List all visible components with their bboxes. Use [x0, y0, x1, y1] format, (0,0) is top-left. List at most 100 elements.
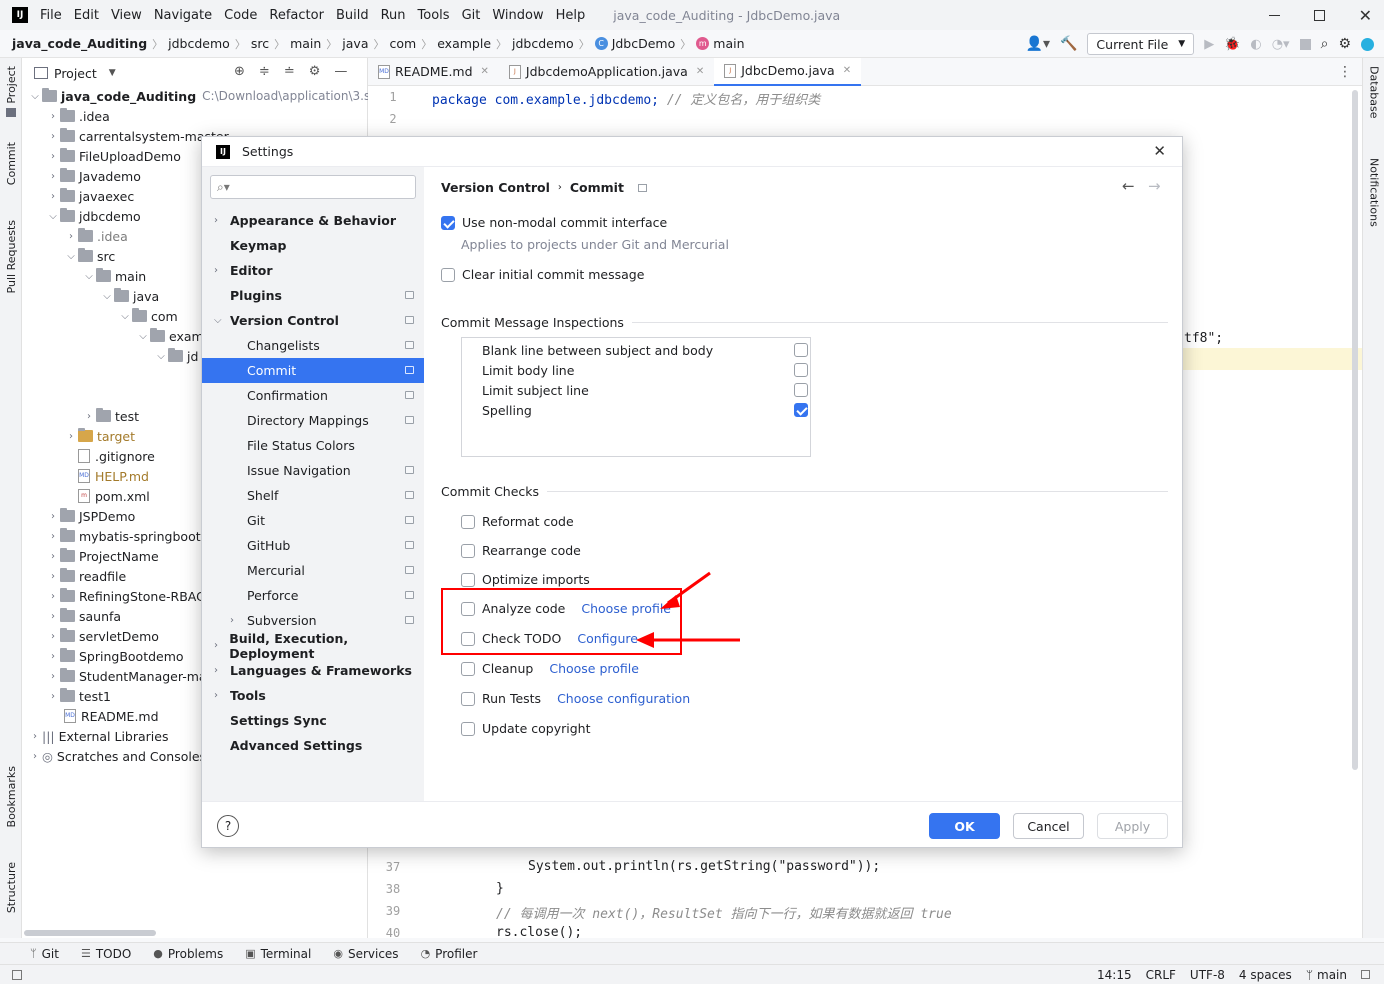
check-rearrange[interactable]: Rearrange code: [461, 543, 581, 558]
chevron-right-icon[interactable]: ›: [46, 551, 60, 562]
breadcrumb-com[interactable]: com: [390, 36, 417, 51]
back-arrow-icon[interactable]: ←: [1122, 177, 1135, 195]
nav-file-status-colors[interactable]: File Status Colors: [202, 433, 424, 458]
ok-button[interactable]: OK: [929, 813, 1000, 839]
forward-arrow-icon[interactable]: →: [1148, 177, 1161, 195]
settings-gear-icon[interactable]: ⚙: [1338, 36, 1351, 52]
inspection-row[interactable]: Blank line between subject and body: [482, 340, 810, 360]
menu-window[interactable]: Window: [492, 8, 543, 23]
code-line-39[interactable]: // 每调用一次 next()，ResultSet 指向下一行，如果有数据就返回…: [496, 903, 952, 922]
clear-message-checkbox[interactable]: [441, 267, 455, 282]
breadcrumb-method[interactable]: main: [713, 36, 744, 51]
tool-profiler[interactable]: ◔ Profiler: [421, 947, 478, 961]
cancel-button[interactable]: Cancel: [1013, 813, 1084, 839]
expand-all-icon[interactable]: ≑: [259, 64, 270, 79]
inspection-row[interactable]: Limit body line: [482, 360, 810, 380]
check-reformat[interactable]: Reformat code: [461, 514, 574, 529]
tab-readme[interactable]: MD README.md ✕: [368, 58, 499, 86]
chevron-right-icon[interactable]: ›: [46, 571, 60, 582]
nav-directory-mappings[interactable]: Directory Mappings: [202, 408, 424, 433]
app-logo-icon[interactable]: IJ: [12, 7, 28, 23]
options-gear-icon[interactable]: ⚙: [309, 64, 321, 79]
breadcrumb-class[interactable]: JdbcDemo: [612, 36, 676, 51]
breadcrumb-parent[interactable]: Version Control: [441, 180, 550, 195]
indent-setting[interactable]: 4 spaces: [1239, 968, 1292, 982]
tree-row[interactable]: m pom.xml: [78, 486, 150, 506]
tree-row[interactable]: › servletDemo: [46, 626, 159, 646]
chevron-down-icon[interactable]: ⌵: [100, 291, 114, 302]
reformat-checkbox[interactable]: [461, 514, 475, 529]
chevron-down-icon[interactable]: ⌵: [46, 211, 60, 222]
tree-row[interactable]: › ◎ Scratches and Consoles: [28, 746, 206, 766]
breadcrumb-project[interactable]: java_code_Auditing: [12, 36, 147, 51]
tool-todo[interactable]: ☰ TODO: [81, 947, 131, 961]
nav-shelf[interactable]: Shelf: [202, 483, 424, 508]
chevron-right-icon[interactable]: ›: [64, 431, 78, 442]
chevron-down-icon[interactable]: ⌵: [28, 91, 42, 102]
menu-file[interactable]: File: [40, 8, 62, 23]
chevron-down-icon[interactable]: ⌵: [118, 311, 132, 322]
check-copyright[interactable]: Update copyright: [461, 721, 590, 736]
code-line-40[interactable]: rs.close();: [496, 925, 582, 940]
tests-config-link[interactable]: Choose configuration: [557, 691, 690, 706]
menu-tools[interactable]: Tools: [418, 8, 450, 23]
search-everywhere-icon[interactable]: ⌕: [1321, 36, 1329, 52]
tool-tab-database[interactable]: Database: [1364, 66, 1384, 119]
status-square-icon[interactable]: [12, 970, 22, 980]
breadcrumb-package[interactable]: jdbcdemo: [512, 36, 574, 51]
close-window-icon[interactable]: ✕: [1359, 6, 1372, 25]
nav-version-control[interactable]: ⌵ Version Control: [202, 308, 424, 333]
debug-icon[interactable]: 🐞: [1224, 37, 1240, 52]
minimize-icon[interactable]: [1268, 14, 1280, 16]
tree-row[interactable]: › target: [64, 426, 135, 446]
check-run-tests[interactable]: Run Tests Choose configuration: [461, 691, 690, 706]
nav-git[interactable]: Git: [202, 508, 424, 533]
tree-row[interactable]: MD HELP.md: [78, 466, 149, 486]
tree-row[interactable]: ⌵ jd: [154, 346, 198, 366]
chevron-right-icon[interactable]: ›: [82, 411, 96, 422]
tool-terminal[interactable]: ▣ Terminal: [245, 947, 311, 961]
close-icon[interactable]: ✕: [843, 65, 851, 76]
stop-icon[interactable]: [1299, 38, 1311, 50]
non-modal-checkbox[interactable]: [441, 215, 455, 230]
maximize-icon[interactable]: [1313, 9, 1325, 21]
menu-help[interactable]: Help: [556, 8, 586, 23]
chevron-right-icon[interactable]: ›: [46, 511, 60, 522]
build-hammer-icon[interactable]: 🔨: [1060, 36, 1077, 52]
nav-commit[interactable]: Commit: [202, 358, 424, 383]
nav-issue-navigation[interactable]: Issue Navigation: [202, 458, 424, 483]
code-line-38[interactable]: }: [496, 881, 504, 896]
inspection-row[interactable]: Limit subject line: [482, 380, 810, 400]
nav-settings-sync[interactable]: Settings Sync: [202, 708, 424, 733]
option-clear-message[interactable]: Clear initial commit message: [441, 267, 644, 282]
user-icon[interactable]: 👤▾: [1026, 36, 1050, 52]
tool-tab-project[interactable]: Project: [1, 66, 21, 117]
breadcrumb-java[interactable]: java: [342, 36, 368, 51]
close-icon[interactable]: ✕: [481, 66, 489, 77]
tool-tab-notifications[interactable]: Notifications: [1364, 158, 1384, 227]
coverage-icon[interactable]: ◐: [1250, 37, 1261, 52]
tool-tab-bookmarks[interactable]: Bookmarks: [1, 766, 21, 827]
jetbrains-ai-icon[interactable]: [1361, 37, 1374, 51]
close-icon[interactable]: ✕: [696, 66, 704, 77]
menu-navigate[interactable]: Navigate: [154, 8, 212, 23]
breadcrumb-src[interactable]: src: [251, 36, 269, 51]
tree-row[interactable]: › ProjectName: [46, 546, 159, 566]
check-optimize[interactable]: Optimize imports: [461, 572, 590, 587]
tree-row[interactable]: › saunfa: [46, 606, 121, 626]
nav-keymap[interactable]: Keymap: [202, 233, 424, 258]
inspection-checkbox[interactable]: [794, 403, 808, 417]
chevron-right-icon[interactable]: ›: [46, 591, 60, 602]
cleanup-checkbox[interactable]: [461, 661, 475, 676]
help-button[interactable]: ?: [217, 815, 239, 837]
collapse-all-icon[interactable]: ≐: [284, 64, 295, 79]
nav-plugins[interactable]: Plugins: [202, 283, 424, 308]
locate-icon[interactable]: ⊕: [234, 64, 245, 79]
nav-tools[interactable]: › Tools: [202, 683, 424, 708]
tree-row[interactable]: › readfile: [46, 566, 126, 586]
chevron-right-icon[interactable]: ›: [28, 731, 42, 742]
chevron-right-icon[interactable]: ›: [46, 171, 60, 182]
tool-tab-commit[interactable]: Commit: [1, 142, 21, 185]
chevron-right-icon[interactable]: ›: [28, 751, 42, 762]
profile-icon[interactable]: ◔▾: [1272, 37, 1290, 52]
